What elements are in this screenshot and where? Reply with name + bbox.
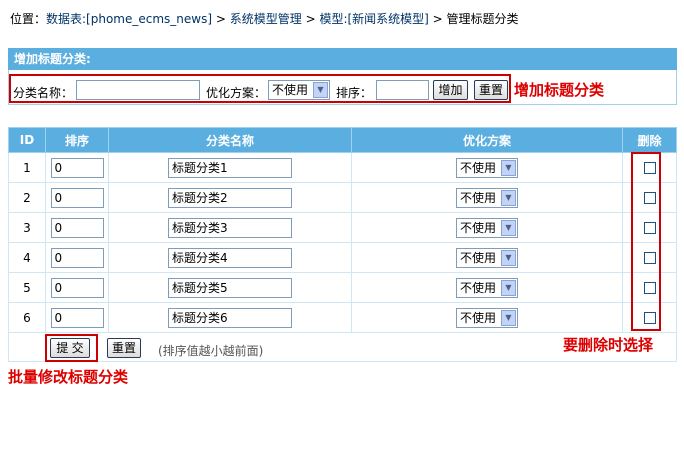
row-order-input[interactable]: 0: [50, 217, 104, 238]
row-optimize-cell: 不使用 ▼: [351, 182, 623, 213]
breadcrumb-model-link[interactable]: 模型:[新闻系统模型]: [319, 12, 428, 26]
col-header-delete: 删除: [622, 127, 677, 153]
row-name-input[interactable]: 标题分类6: [168, 307, 292, 328]
optimize-label: 优化方案：: [206, 86, 267, 100]
row-order-input[interactable]: 0: [50, 247, 104, 268]
order-label: 排序：: [336, 86, 373, 100]
row-name-input[interactable]: 标题分类5: [168, 277, 292, 298]
row-order-cell: 0: [45, 212, 109, 243]
chevron-down-icon: ▼: [501, 309, 516, 326]
row-order-cell: 0: [45, 242, 109, 273]
table-row: 3 0 标题分类3 不使用 ▼: [8, 212, 677, 243]
chevron-down-icon: ▼: [501, 219, 516, 236]
breadcrumb-prefix: 位置：: [10, 12, 47, 26]
delete-annotation: 要删除时选择: [563, 336, 654, 354]
row-optimize-cell: 不使用 ▼: [351, 272, 623, 303]
row-optimize-select[interactable]: 不使用 ▼: [456, 277, 518, 298]
order-hint: (排序值越小越前面): [158, 344, 264, 358]
optimize-select-value: 不使用: [272, 83, 309, 97]
row-id: 5: [8, 272, 46, 303]
col-header-optimize: 优化方案: [351, 127, 623, 153]
optimize-select[interactable]: 不使用 ▼: [268, 80, 330, 100]
row-order-cell: 0: [45, 182, 109, 213]
chevron-down-icon: ▼: [313, 82, 328, 98]
row-name-cell: 标题分类3: [108, 212, 352, 243]
table-header-row: ID 排序 分类名称 优化方案 删除: [8, 127, 677, 153]
row-optimize-value: 不使用: [460, 280, 497, 295]
breadcrumb-table-link[interactable]: 数据表:[phome_ecms_news]: [46, 12, 212, 26]
row-optimize-cell: 不使用 ▼: [351, 212, 623, 243]
chevron-down-icon: ▼: [501, 249, 516, 266]
row-optimize-cell: 不使用 ▼: [351, 302, 623, 333]
row-id: 2: [8, 182, 46, 213]
add-annotation: 增加标题分类: [514, 81, 605, 99]
row-order-cell: 0: [45, 152, 109, 183]
row-name-input[interactable]: 标题分类2: [168, 187, 292, 208]
submit-button[interactable]: 提 交: [50, 338, 90, 358]
row-optimize-value: 不使用: [460, 190, 497, 205]
row-order-cell: 0: [45, 272, 109, 303]
chevron-down-icon: ▼: [501, 279, 516, 296]
row-optimize-select[interactable]: 不使用 ▼: [456, 217, 518, 238]
col-header-order: 排序: [45, 127, 109, 153]
category-table: ID 排序 分类名称 优化方案 删除 1 0 标题分类1 不使用 ▼ 2 0 标题分类2 不使用…: [8, 127, 677, 362]
add-panel-header: 增加标题分类:: [8, 48, 677, 70]
breadcrumb-model-manage-link[interactable]: 系统模型管理: [230, 12, 302, 26]
delete-column-highlight: [631, 152, 661, 331]
row-optimize-select[interactable]: 不使用 ▼: [456, 157, 518, 178]
order-input[interactable]: [376, 80, 429, 100]
breadcrumb-current: 管理标题分类: [446, 12, 519, 26]
col-header-id: ID: [8, 127, 46, 153]
row-optimize-value: 不使用: [460, 160, 497, 175]
breadcrumb-separator: >: [301, 12, 320, 26]
table-row: 4 0 标题分类4 不使用 ▼: [8, 242, 677, 273]
category-name-input[interactable]: [76, 80, 200, 100]
row-name-cell: 标题分类1: [108, 152, 352, 183]
row-optimize-select[interactable]: 不使用 ▼: [456, 187, 518, 208]
row-name-input[interactable]: 标题分类4: [168, 247, 292, 268]
breadcrumb: 位置：数据表:[phome_ecms_news] > 系统模型管理 > 模型:[…: [10, 10, 519, 27]
row-order-cell: 0: [45, 302, 109, 333]
row-order-input[interactable]: 0: [50, 187, 104, 208]
chevron-down-icon: ▼: [501, 189, 516, 206]
row-optimize-value: 不使用: [460, 220, 497, 235]
row-order-input[interactable]: 0: [50, 277, 104, 298]
row-id: 6: [8, 302, 46, 333]
table-row: 2 0 标题分类2 不使用 ▼: [8, 182, 677, 213]
batch-annotation: 批量修改标题分类: [8, 368, 129, 386]
chevron-down-icon: ▼: [501, 159, 516, 176]
row-id: 4: [8, 242, 46, 273]
add-reset-button[interactable]: 重置: [474, 80, 508, 100]
breadcrumb-separator: >: [428, 12, 447, 26]
table-reset-button[interactable]: 重置: [107, 338, 141, 358]
row-order-input[interactable]: 0: [50, 307, 104, 328]
row-optimize-value: 不使用: [460, 310, 497, 325]
row-order-input[interactable]: 0: [50, 157, 104, 178]
table-row: 1 0 标题分类1 不使用 ▼: [8, 152, 677, 183]
category-name-label: 分类名称：: [13, 86, 74, 100]
row-optimize-value: 不使用: [460, 250, 497, 265]
row-optimize-select[interactable]: 不使用 ▼: [456, 247, 518, 268]
row-name-cell: 标题分类6: [108, 302, 352, 333]
row-name-input[interactable]: 标题分类1: [168, 157, 292, 178]
row-name-cell: 标题分类5: [108, 272, 352, 303]
breadcrumb-separator: >: [212, 12, 230, 26]
table-row: 6 0 标题分类6 不使用 ▼: [8, 302, 677, 333]
row-optimize-cell: 不使用 ▼: [351, 152, 623, 183]
row-id: 1: [8, 152, 46, 183]
table-row: 5 0 标题分类5 不使用 ▼: [8, 272, 677, 303]
row-name-input[interactable]: 标题分类3: [168, 217, 292, 238]
row-id: 3: [8, 212, 46, 243]
col-header-name: 分类名称: [108, 127, 352, 153]
add-button[interactable]: 增加: [433, 80, 468, 100]
row-optimize-select[interactable]: 不使用 ▼: [456, 307, 518, 328]
row-optimize-cell: 不使用 ▼: [351, 242, 623, 273]
row-name-cell: 标题分类2: [108, 182, 352, 213]
row-name-cell: 标题分类4: [108, 242, 352, 273]
